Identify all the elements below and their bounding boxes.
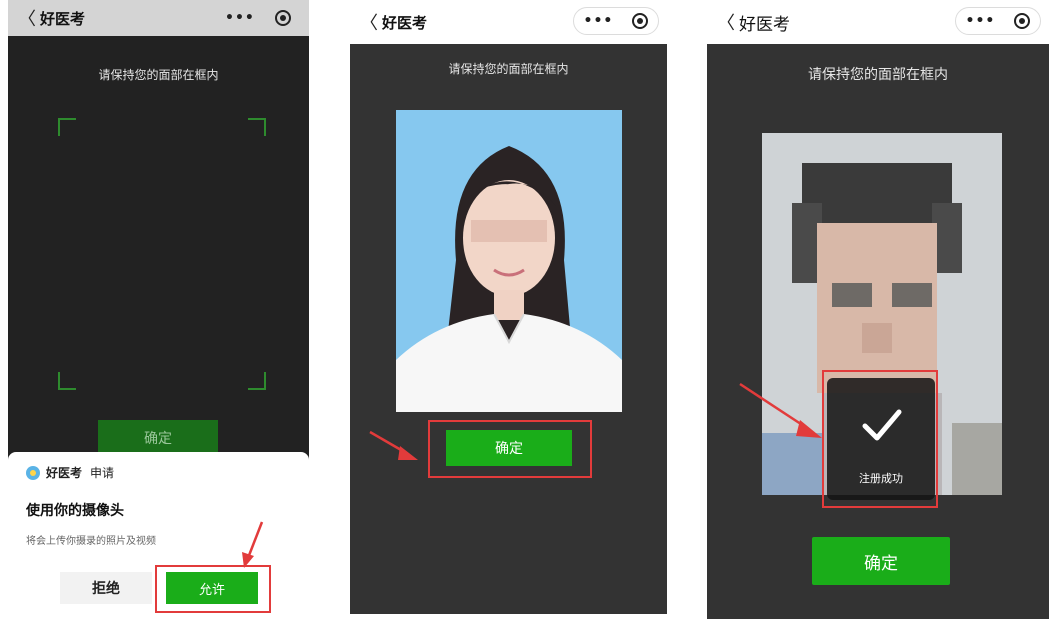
- back-icon[interactable]: 〈: [717, 9, 735, 35]
- frame-corner-bottom-right: [248, 372, 266, 390]
- arrow-icon: [242, 521, 264, 568]
- back-icon[interactable]: 〈: [18, 5, 36, 31]
- face-hint: 请保持您的面部在框内: [98, 68, 219, 82]
- nav-bar: 〈 好医考 •••: [8, 0, 309, 36]
- app-name: 好医考: [46, 466, 83, 480]
- camera-preview: [8, 36, 309, 456]
- apply-label: 申请: [90, 466, 115, 480]
- permission-description: 将会上传你摄录的照片及视频: [26, 536, 156, 547]
- menu-capsule: •••: [215, 4, 301, 32]
- screen-registration-success: 〈 好医考 ••• 请保持您的面部在框内 注册成功 确定: [707, 0, 1049, 619]
- screen-photo-capture: 〈 好医考 ••• 请保持您的面部在框内 确定: [350, 0, 667, 614]
- arrow-icon: [369, 430, 418, 460]
- portrait-image: [396, 146, 622, 412]
- app-logo-icon: [26, 465, 40, 480]
- page-title: 好医考: [382, 13, 428, 32]
- deny-button[interactable]: 拒绝: [60, 572, 152, 604]
- highlight-confirm-box: [428, 420, 592, 478]
- close-miniprogram-icon[interactable]: [632, 13, 649, 29]
- permission-title: 使用你的摄像头: [26, 503, 124, 519]
- highlight-allow-box: [155, 565, 271, 613]
- back-icon[interactable]: 〈: [360, 9, 378, 35]
- frame-corner-top-left: [58, 118, 76, 136]
- frame-corner-bottom-left: [58, 372, 76, 390]
- face-hint: 请保持您的面部在框内: [808, 67, 948, 83]
- page-title: 好医考: [739, 14, 790, 35]
- confirm-button[interactable]: 确定: [98, 420, 218, 456]
- face-hint: 请保持您的面部在框内: [448, 62, 569, 76]
- id-photo: [396, 110, 622, 412]
- more-icon[interactable]: •••: [966, 13, 996, 29]
- nav-bar: 〈 好医考 •••: [350, 0, 667, 44]
- close-miniprogram-icon[interactable]: [1014, 13, 1031, 29]
- confirm-button[interactable]: 确定: [812, 537, 950, 585]
- arrow-icon: [739, 382, 822, 438]
- highlight-toast-box: [822, 370, 938, 508]
- permission-app-row: 好医考 申请: [26, 464, 114, 481]
- close-miniprogram-icon[interactable]: [274, 10, 291, 26]
- menu-capsule: •••: [955, 7, 1041, 35]
- page-title: 好医考: [40, 9, 86, 28]
- more-icon[interactable]: •••: [225, 10, 255, 26]
- more-icon[interactable]: •••: [584, 13, 614, 29]
- nav-bar: 〈 好医考 •••: [707, 0, 1049, 44]
- menu-capsule: •••: [573, 7, 659, 35]
- frame-corner-top-right: [248, 118, 266, 136]
